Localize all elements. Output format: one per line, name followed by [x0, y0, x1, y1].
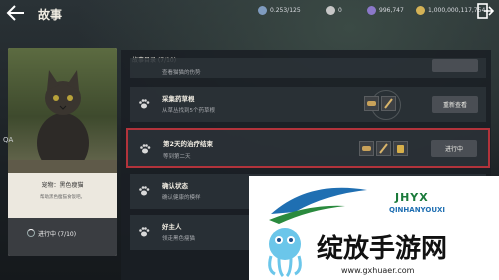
- pet-portrait: [8, 48, 117, 173]
- pet-description: 帮助黑色瘦猫食饭吧。: [40, 195, 85, 200]
- paw-icon: [140, 144, 151, 154]
- quest-subtitle: 领走黑色瘦猫: [162, 236, 196, 242]
- resource-coin: 0: [326, 3, 342, 17]
- site-name: 绽放手游网: [317, 234, 448, 264]
- in-progress-button[interactable]: 进行中: [431, 140, 477, 157]
- reward-items: [359, 141, 408, 156]
- energy-icon: [258, 5, 267, 15]
- paw-icon: [139, 227, 150, 237]
- progress-label: 进行中 (7/10): [38, 231, 77, 238]
- wood-item-icon[interactable]: [364, 96, 379, 111]
- quest-title: 采集药草根: [162, 95, 195, 103]
- quest-subtitle: 等到第二天: [163, 154, 191, 160]
- quest-row-active[interactable]: 第2天的治疗结束 等到第二天 进行中: [126, 128, 490, 168]
- story-progress: 进行中 (7/10): [8, 218, 117, 256]
- qa-label: QA: [3, 136, 14, 144]
- quest-row[interactable]: 采集药草根 从草丛找到5个药草根 重新查看: [130, 87, 486, 122]
- herb-item-icon[interactable]: [381, 96, 396, 111]
- quest-subtitle: 查看猫猫的伤势: [162, 70, 201, 76]
- reward-items: [364, 96, 396, 111]
- site-url: www.gxhuaer.com: [341, 266, 415, 275]
- brand-mark: JHYX: [395, 191, 429, 204]
- page-title: 故事: [38, 8, 63, 22]
- exit-icon[interactable]: [476, 2, 494, 20]
- quest-title: 第2天的治疗结束: [163, 140, 214, 148]
- pet-card: 宠物：黑色瘦猫 帮助黑色瘦猫食饭吧。 进行中 (7/10): [8, 48, 117, 256]
- quest-title: 好主人: [162, 223, 182, 231]
- quest-row[interactable]: 查看猫猫的伤势: [130, 58, 486, 78]
- loading-spinner-icon: [27, 229, 35, 237]
- quest-title: 确认状态: [162, 182, 188, 190]
- resource-gem: 996,747: [367, 3, 404, 17]
- gem-icon: [367, 5, 376, 15]
- resource-gold: 1,000,000,117,754: [416, 3, 485, 17]
- wood-item-icon[interactable]: [359, 141, 374, 156]
- back-arrow-icon[interactable]: [6, 4, 26, 22]
- review-button[interactable]: 重新查看: [432, 96, 478, 113]
- paw-icon: [139, 186, 150, 196]
- top-bar: 故事 0.253/125 0 996,747 1,000,000,117,754: [0, 0, 499, 28]
- quest-subtitle: 确认健康的模样: [162, 195, 201, 201]
- paw-icon: [139, 99, 150, 109]
- gold-icon: [416, 5, 425, 15]
- cat-illustration: [8, 70, 117, 173]
- quest-button[interactable]: [432, 59, 478, 72]
- pet-info: 宠物：黑色瘦猫 帮助黑色瘦猫食饭吧。: [8, 173, 117, 218]
- brand-pinyin: QINHANYOUXI: [389, 206, 446, 214]
- coin-icon: [326, 5, 335, 15]
- quest-subtitle: 从草丛找到5个药草根: [162, 108, 215, 114]
- jar-item-icon[interactable]: [393, 141, 408, 156]
- pet-name: 宠物：黑色瘦猫: [41, 182, 84, 189]
- watermark: JHYX QINHANYOUXI 绽放手游网 www.gxhuaer.com: [249, 176, 499, 280]
- herb-item-icon[interactable]: [376, 141, 391, 156]
- resource-energy: 0.253/125: [258, 3, 301, 17]
